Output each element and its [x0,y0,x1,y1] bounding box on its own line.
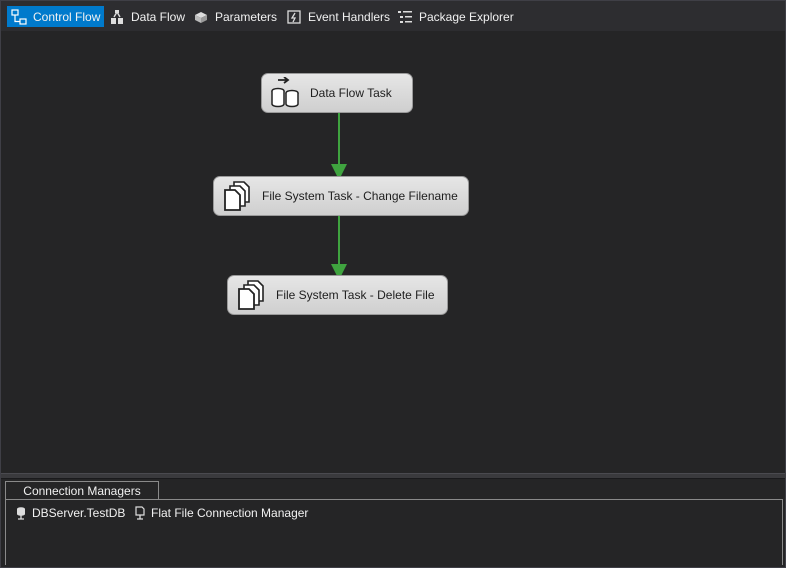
file-system-task-change-filename[interactable]: File System Task - Change Filename [213,176,469,216]
event-handlers-icon [286,9,302,25]
file-system-task-icon [234,278,268,312]
control-flow-icon [11,8,27,25]
package-designer-window: Control Flow Data Flow Parameters Event … [0,0,786,568]
control-flow-canvas[interactable]: Data Flow Task File System Task - Change… [1,31,785,473]
parameters-icon [193,9,209,25]
tab-package-explorer[interactable]: Package Explorer [393,6,518,27]
tab-label: Event Handlers [308,9,391,24]
connection-manager-item[interactable]: DBServer.TestDB [15,505,125,521]
data-flow-task[interactable]: Data Flow Task [261,73,413,113]
task-label: File System Task - Change Filename [262,189,458,203]
tab-event-handlers[interactable]: Event Handlers [282,6,394,27]
tab-parameters[interactable]: Parameters [189,6,281,27]
tab-label: Package Explorer [419,9,514,24]
designer-tab-bar: Control Flow Data Flow Parameters Event … [1,1,785,31]
tab-label: Control Flow [33,9,101,24]
connection-manager-label: Flat File Connection Manager [151,506,309,520]
file-system-task-delete-file[interactable]: File System Task - Delete File [227,275,448,315]
flat-file-connection-icon [134,506,146,520]
task-label: Data Flow Task [310,86,392,100]
connection-managers-tab[interactable]: Connection Managers [5,481,159,499]
tab-label: Parameters [215,9,278,24]
file-system-task-icon [220,179,254,213]
package-explorer-icon [397,9,413,25]
tab-data-flow[interactable]: Data Flow [105,6,189,27]
data-flow-task-icon [268,76,302,110]
tab-label: Data Flow [131,9,186,24]
connection-manager-label: DBServer.TestDB [32,506,126,520]
connection-managers-panel: Connection Managers DBServer.TestDB Flat… [1,479,785,567]
connection-managers-tab-label: Connection Managers [23,483,141,498]
task-label: File System Task - Delete File [276,288,435,302]
tab-control-flow[interactable]: Control Flow [7,6,105,27]
data-flow-icon [109,9,125,25]
database-connection-icon [15,506,27,520]
connection-manager-item[interactable]: Flat File Connection Manager [134,505,308,521]
